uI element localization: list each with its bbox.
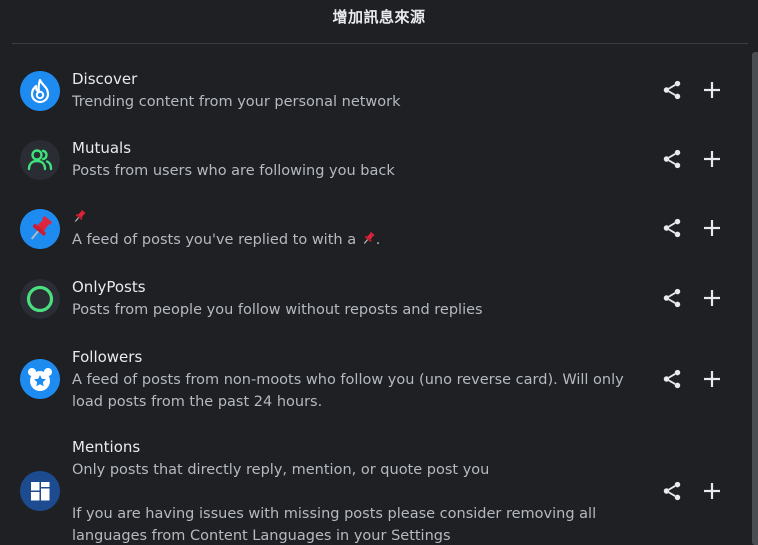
feed-name: Discover — [72, 70, 138, 88]
feed-description-note: If you are having issues with missing po… — [72, 506, 597, 544]
feed-item-mutuals[interactable]: Mutuals Posts from users who are followi… — [0, 135, 758, 187]
share-icon — [663, 481, 681, 501]
feed-description-suffix: . — [375, 232, 381, 248]
feed-description: Posts from users who are following you b… — [72, 163, 395, 179]
add-feed-button[interactable] — [700, 147, 724, 171]
plus-icon — [704, 82, 720, 98]
feed-item-pushpin[interactable]: A feed of posts you've replied to with a… — [0, 204, 758, 256]
feed-description: Only posts that directly reply, mention,… — [72, 462, 490, 478]
add-feed-dialog: 增加訊息來源 Discover Trending content from yo… — [0, 0, 758, 545]
plus-icon — [704, 220, 720, 236]
add-feed-button[interactable] — [700, 216, 724, 240]
feed-list: Discover Trending content from your pers… — [0, 44, 758, 545]
feed-description: A feed of posts from non-moots who follo… — [72, 372, 624, 410]
mutuals-people-icon — [20, 140, 60, 180]
mentions-grid-icon — [20, 471, 60, 511]
share-button[interactable] — [660, 367, 684, 391]
plus-icon — [704, 371, 720, 387]
share-icon — [663, 218, 681, 238]
feed-name: Mutuals — [72, 139, 132, 157]
feed-name: Followers — [72, 348, 143, 366]
feed-description: A feed of posts you've replied to with a… — [72, 229, 642, 251]
share-icon — [663, 369, 681, 389]
feed-item-mentions[interactable]: Mentions Only posts that directly reply,… — [0, 434, 758, 545]
feed-item-discover[interactable]: Discover Trending content from your pers… — [0, 66, 758, 118]
feed-description-text: A feed of posts you've replied to with a — [72, 232, 361, 248]
feed-name: OnlyPosts — [72, 278, 146, 296]
add-feed-button[interactable] — [700, 286, 724, 310]
pushpin-icon — [74, 209, 86, 222]
followers-bear-icon — [20, 359, 60, 399]
share-icon — [663, 288, 681, 308]
share-button[interactable] — [660, 216, 684, 240]
plus-icon — [704, 483, 720, 499]
share-icon — [663, 80, 681, 100]
share-button[interactable] — [660, 286, 684, 310]
feed-actions — [660, 286, 724, 310]
feed-item-followers[interactable]: Followers A feed of posts from non-moots… — [0, 344, 758, 416]
discover-flame-icon — [20, 71, 60, 111]
ring-icon — [20, 279, 60, 319]
pushpin-icon — [20, 209, 60, 249]
plus-icon — [704, 151, 720, 167]
dialog-title: 增加訊息來源 — [332, 8, 426, 26]
feed-name — [72, 208, 87, 226]
pushpin-icon — [363, 231, 375, 244]
share-button[interactable] — [660, 147, 684, 171]
feed-description: Posts from people you follow without rep… — [72, 302, 483, 318]
plus-icon — [704, 290, 720, 306]
feed-actions — [660, 147, 724, 171]
add-feed-button[interactable] — [700, 78, 724, 102]
add-feed-button[interactable] — [700, 367, 724, 391]
add-feed-button[interactable] — [700, 479, 724, 503]
feed-name: Mentions — [72, 438, 141, 456]
feed-description: Trending content from your personal netw… — [72, 94, 401, 110]
feed-item-onlyposts[interactable]: OnlyPosts Posts from people you follow w… — [0, 274, 758, 326]
feed-actions — [660, 78, 724, 102]
feed-actions — [660, 216, 724, 240]
share-icon — [663, 149, 681, 169]
share-button[interactable] — [660, 78, 684, 102]
feed-actions — [660, 367, 724, 391]
scrollbar[interactable] — [752, 52, 758, 545]
dialog-header: 增加訊息來源 — [0, 0, 758, 44]
share-button[interactable] — [660, 479, 684, 503]
feed-actions — [660, 479, 724, 503]
